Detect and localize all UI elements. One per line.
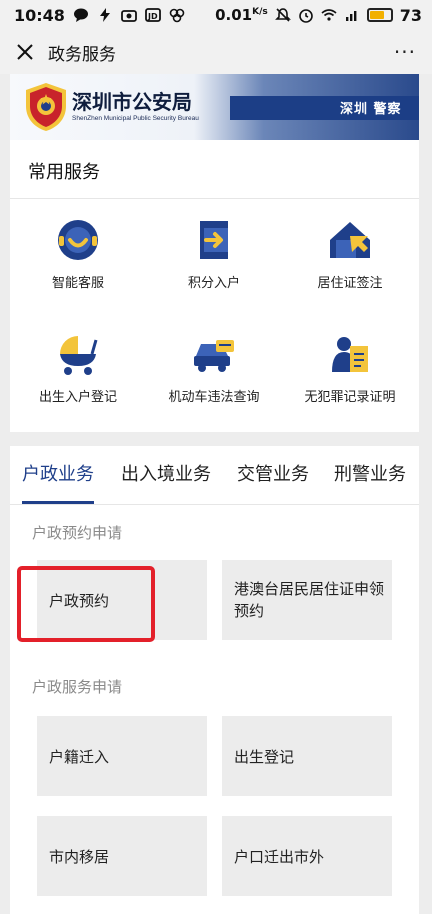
service-birth-registration[interactable]: 出生入户登记: [10, 332, 146, 405]
house-cursor-icon: [330, 222, 370, 258]
card-hmt-residence-appointment[interactable]: 港澳台居民居住证申领预约: [222, 560, 392, 640]
shield-document-icon: [332, 337, 368, 372]
wifi-icon: [321, 9, 337, 21]
mute-icon: [274, 8, 291, 22]
service-label: 机动车违法查询: [168, 390, 260, 405]
business-tabs: 户政业务 出入境业务 交管业务 刑警业务: [10, 446, 419, 504]
battery-icon: [366, 8, 393, 22]
service-label: 出生入户登记: [38, 390, 117, 405]
appointment-heading: 户政预约申请: [32, 524, 123, 542]
tab-hukou[interactable]: 户政业务: [22, 446, 94, 504]
service-no-criminal-record[interactable]: 无犯罪记录证明: [282, 332, 418, 405]
card-label: 市内移居: [49, 847, 110, 866]
main-content: 深圳市公安局 ShenZhen Municipal Public Securit…: [10, 74, 419, 914]
banner-title: 深圳市公安局: [72, 90, 192, 114]
card-label: 户籍迁入: [49, 747, 110, 766]
tab-criminal[interactable]: 刑警业务: [334, 446, 406, 504]
tab-entry-exit[interactable]: 出入境业务: [121, 446, 211, 504]
pinwheel-icon: [169, 8, 185, 23]
service-label: 智能客服: [51, 276, 104, 291]
svg-text:JD: JD: [147, 12, 158, 21]
tab-traffic[interactable]: 交管业务: [237, 446, 309, 504]
chat-bubble-icon: [73, 8, 88, 22]
service-vehicle-violation[interactable]: 机动车违法查询: [146, 332, 282, 405]
police-emblem-icon: [26, 83, 66, 131]
service-label: 居住证签注: [317, 276, 383, 291]
alarm-icon: [298, 9, 313, 23]
jd-icon: JD: [145, 8, 161, 22]
bolt-icon: [99, 8, 110, 22]
common-services-heading: 常用服务: [28, 162, 100, 183]
card-label: 户政预约: [49, 591, 110, 610]
service-label: 无犯罪记录证明: [304, 390, 396, 405]
card-household-move-in[interactable]: 户籍迁入: [37, 716, 207, 796]
car-ticket-icon: [194, 340, 234, 372]
banner-right-text: 深圳 警察: [340, 102, 402, 117]
card-label: 出生登记: [234, 747, 295, 766]
section-separator: [10, 432, 419, 446]
service-residence-permit[interactable]: 居住证签注: [282, 218, 418, 291]
status-bar: 10:48 JD 0.01K/s 73: [0, 0, 432, 30]
divider: [10, 198, 419, 199]
divider: [10, 504, 419, 505]
card-move-out-of-city[interactable]: 户口迁出市外: [222, 816, 392, 896]
card-hukou-appointment[interactable]: 户政预约: [37, 560, 207, 640]
smiley-service-icon: [58, 220, 98, 260]
service-label: 积分入户: [187, 276, 240, 291]
service-smart-support[interactable]: 智能客服: [10, 218, 146, 291]
close-icon: [17, 44, 33, 60]
more-options-button[interactable]: ···: [394, 40, 416, 64]
status-time: 10:48: [14, 5, 65, 25]
card-label: 户口迁出市外: [234, 847, 325, 866]
page-title: 政务服务: [48, 44, 116, 65]
banner-subtitle: ShenZhen Municipal Public Security Burea…: [72, 115, 199, 122]
baby-stroller-icon: [60, 336, 98, 375]
camera-icon: [121, 10, 137, 22]
close-button[interactable]: [16, 43, 34, 61]
title-bar: 政务服务 ···: [0, 30, 432, 74]
card-label: 港澳台居民居住证申领预约: [234, 580, 385, 620]
signal-icon: [345, 11, 357, 21]
card-birth-registration[interactable]: 出生登记: [222, 716, 392, 796]
card-intra-city-move[interactable]: 市内移居: [37, 816, 207, 896]
net-speed: 0.01K/s: [215, 6, 268, 24]
door-arrow-icon: [200, 221, 228, 259]
service-heading: 户政服务申请: [32, 678, 123, 696]
battery-level: 73: [399, 5, 422, 25]
police-banner: 深圳市公安局 ShenZhen Municipal Public Securit…: [10, 74, 419, 140]
service-points-hukou[interactable]: 积分入户: [146, 218, 282, 291]
